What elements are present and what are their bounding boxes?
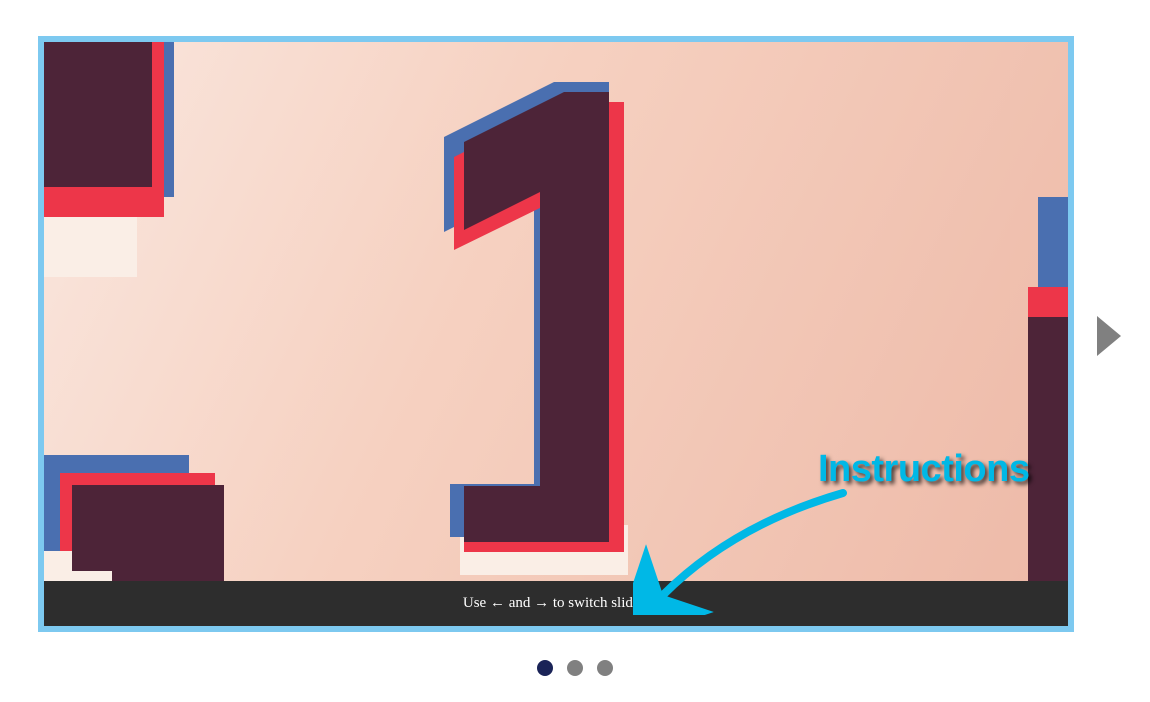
pagination-dot-2[interactable] [567, 660, 583, 676]
pagination-dot-1[interactable] [537, 660, 553, 676]
slide-1: Use ← and → to switch slides. [44, 42, 1068, 626]
decorative-shape-left-bottom [44, 455, 224, 590]
decorative-shape-right [1028, 197, 1068, 587]
annotation-label: Instructions [818, 448, 1029, 491]
pagination-dots [537, 660, 613, 676]
next-slide-button[interactable] [1095, 314, 1125, 358]
slide-digit-one [424, 82, 664, 562]
instructions-bar: Use ← and → to switch slides. [44, 581, 1068, 626]
pagination-dot-3[interactable] [597, 660, 613, 676]
instructions-text: Use ← and → to switch slides. [463, 595, 649, 612]
chevron-right-icon [1095, 314, 1125, 358]
decorative-shape-left-top [44, 42, 194, 302]
carousel-container: Use ← and → to switch slides. [38, 36, 1074, 632]
